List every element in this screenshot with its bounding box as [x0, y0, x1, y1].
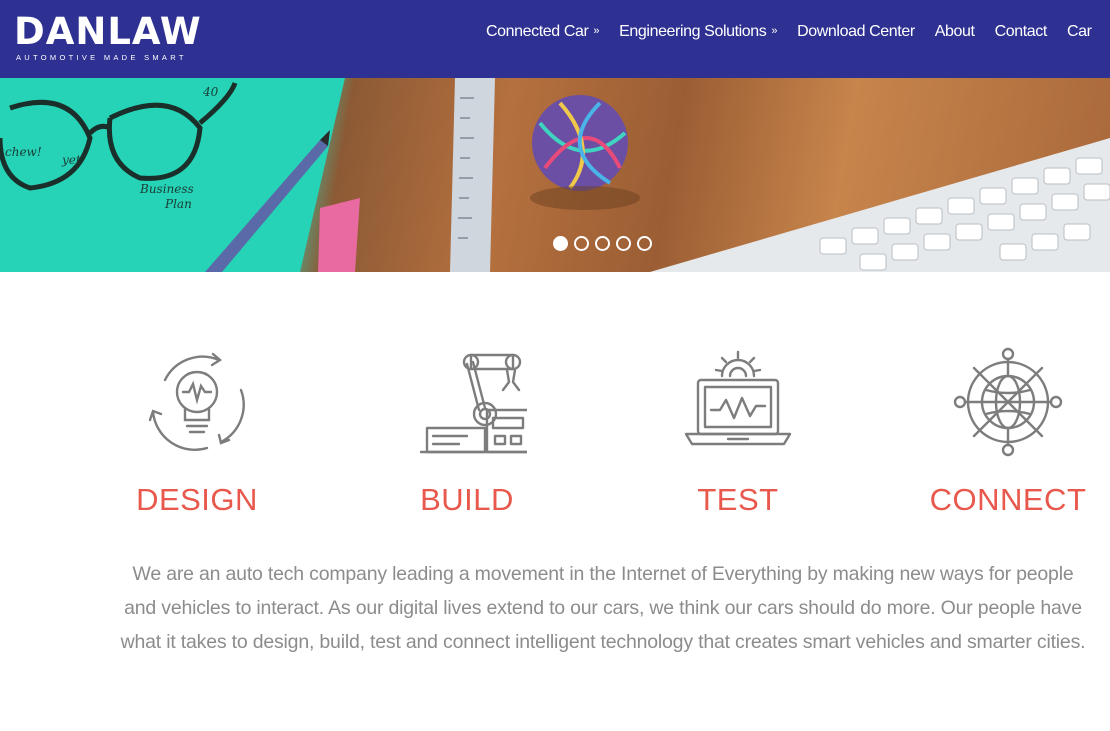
logo-tagline: AUTOMOTIVE MADE SMART	[16, 53, 187, 62]
slide-dot-4[interactable]	[616, 236, 631, 251]
double-chevron-down-icon: »	[593, 25, 600, 37]
site-header: DANLAW AUTOMOTIVE MADE SMART Connected C…	[0, 0, 1110, 78]
company-description: We are an auto tech company leading a mo…	[120, 563, 1086, 653]
sketch-text: Plan	[164, 197, 192, 211]
pillar-title: CONNECT	[929, 482, 1087, 517]
pillar-title: DESIGN	[136, 482, 258, 517]
nav-label: About	[934, 23, 975, 40]
main-nav: Connected Car » Engineering Solutions » …	[486, 22, 1110, 42]
double-chevron-down-icon: »	[771, 25, 778, 37]
slide-dot-3[interactable]	[595, 236, 610, 251]
pillar-connect: CONNECT	[908, 340, 1108, 517]
logo-wordmark: DANLAW	[14, 10, 202, 53]
pillar-title: TEST	[697, 482, 779, 517]
slide-dot-5[interactable]	[637, 236, 652, 251]
nav-label: Car	[1066, 23, 1092, 40]
slider-pagination	[553, 236, 658, 251]
pillar-design: DESIGN	[97, 340, 297, 517]
sketch-text: 40	[202, 85, 219, 99]
hero-slider[interactable]: chew! yet 40 Business Plan	[0, 78, 1110, 272]
slide-dot-2[interactable]	[574, 236, 589, 251]
nav-contact[interactable]: Contact	[994, 22, 1048, 42]
nav-about[interactable]: About	[935, 22, 975, 42]
danlaw-logo[interactable]: DANLAW AUTOMOTIVE MADE SMART	[14, 10, 201, 65]
laptop-waveform-icon	[684, 350, 792, 446]
nav-label: Contact	[994, 23, 1048, 40]
nav-connected-car[interactable]: Connected Car »	[486, 22, 600, 42]
sketch-text: Business	[139, 182, 194, 196]
nav-download-center[interactable]: Download Center	[797, 22, 915, 42]
nav-engineering-solutions[interactable]: Engineering Solutions »	[619, 22, 777, 42]
slide-dot-1[interactable]	[553, 236, 568, 251]
pillar-title: BUILD	[420, 482, 514, 517]
globe-network-icon	[953, 347, 1063, 457]
pillar-test: TEST	[638, 340, 838, 517]
nav-label: Connected Car	[486, 23, 589, 40]
nav-label: Download Center	[797, 23, 915, 40]
robot-arm-icon	[419, 353, 527, 454]
nav-careers[interactable]: Car	[1067, 22, 1092, 42]
sketch-text: yet	[61, 153, 81, 167]
nav-label: Engineering Solutions	[619, 23, 767, 40]
sketch-text: chew!	[5, 145, 42, 159]
pillar-build: BUILD	[367, 340, 567, 517]
lightbulb-cycle-icon	[148, 352, 245, 451]
